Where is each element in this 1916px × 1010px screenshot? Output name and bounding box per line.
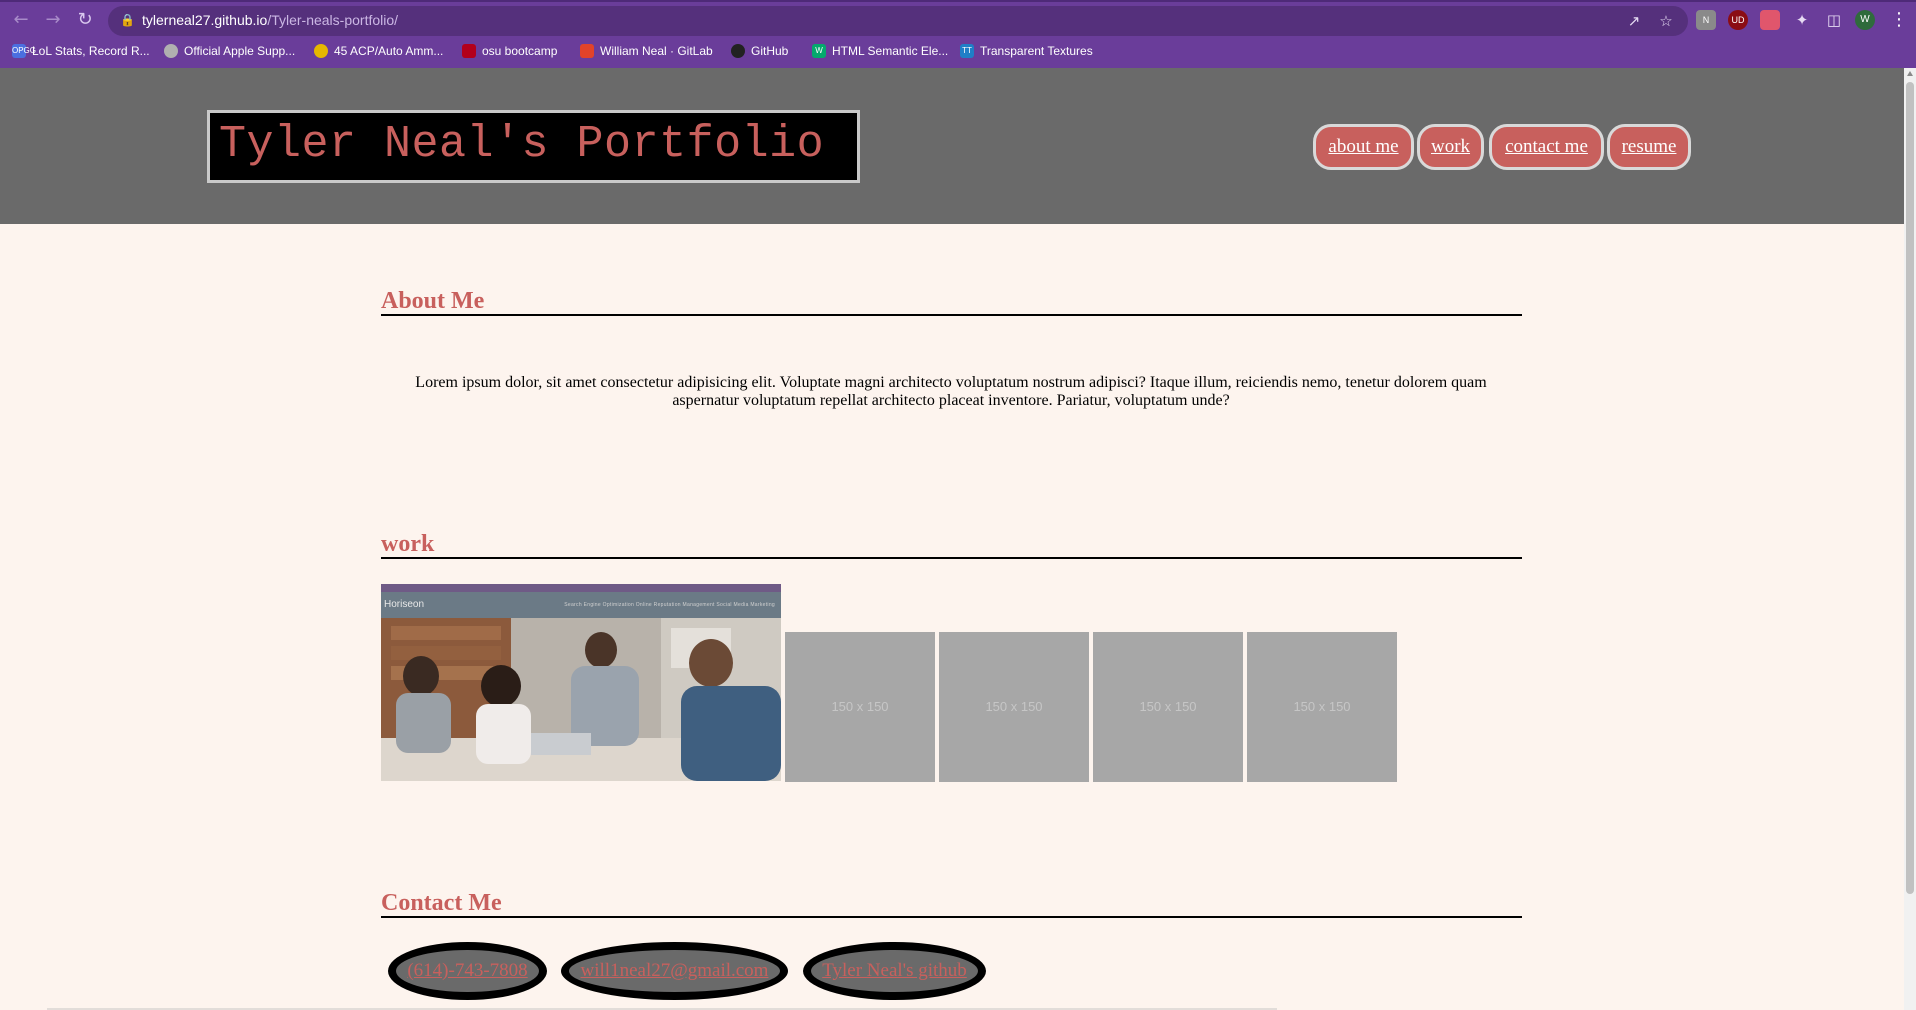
- about-heading: About Me: [381, 288, 485, 314]
- kebab-menu-icon[interactable]: ⋮: [1890, 7, 1908, 33]
- transparent-textures-icon: TT: [960, 44, 974, 58]
- page-scrollbar[interactable]: [1904, 68, 1916, 1010]
- site-logo-text: Tyler Neal's Portfolio: [219, 119, 825, 170]
- work-placeholder-3[interactable]: 150 x 150: [1093, 632, 1243, 782]
- page-viewport: Tyler Neal's Portfolio about me work con…: [0, 68, 1904, 1010]
- video-extension-icon[interactable]: [1760, 10, 1780, 30]
- opgg-icon: OPGG: [12, 44, 36, 58]
- star-icon[interactable]: ☆: [1656, 11, 1676, 31]
- nav-work[interactable]: work: [1417, 124, 1484, 170]
- bookmark-gitlab[interactable]: William Neal · GitLab: [580, 40, 713, 62]
- back-icon[interactable]: ←: [8, 7, 34, 33]
- puzzle-icon[interactable]: ✦: [1792, 10, 1812, 30]
- github-icon: [731, 44, 745, 58]
- nav-resume[interactable]: resume: [1607, 124, 1691, 170]
- about-divider: [381, 314, 1522, 316]
- osu-icon: [462, 44, 476, 58]
- work-divider: [381, 557, 1522, 559]
- site-header: Tyler Neal's Portfolio about me work con…: [0, 68, 1904, 224]
- side-panel-icon[interactable]: ◫: [1824, 10, 1844, 30]
- contact-phone-link[interactable]: (614)-743-7808: [388, 942, 547, 1000]
- lock-icon: 🔒: [120, 13, 135, 27]
- url-path: /Tyler-neals-portfolio/: [267, 12, 399, 28]
- bookmark-label: William Neal · GitLab: [600, 44, 713, 58]
- extension-n-icon[interactable]: N: [1696, 10, 1716, 30]
- about-body: Lorem ipsum dolor, sit amet consectetur …: [415, 374, 1487, 409]
- ammo-icon: [314, 44, 328, 58]
- bookmark-label: Official Apple Supp...: [184, 44, 296, 58]
- bookmarks-bar: OPGG LoL Stats, Record R... Official App…: [0, 40, 1916, 62]
- bookmark-transparent-textures[interactable]: TT Transparent Textures: [960, 40, 1093, 62]
- bookmark-label: HTML Semantic Ele...: [832, 44, 949, 58]
- contact-heading: Contact Me: [381, 890, 502, 916]
- apple-icon: [164, 44, 178, 58]
- bookmark-osu-bootcamp[interactable]: osu bootcamp: [462, 40, 557, 62]
- profile-avatar[interactable]: W: [1855, 10, 1875, 30]
- nav-contact-me[interactable]: contact me: [1489, 124, 1604, 170]
- site-logo: Tyler Neal's Portfolio: [207, 110, 860, 183]
- work-placeholder-2[interactable]: 150 x 150: [939, 632, 1089, 782]
- share-icon[interactable]: ↗: [1624, 11, 1644, 31]
- bookmark-label: Transparent Textures: [980, 44, 1093, 58]
- w3schools-icon: W: [812, 44, 826, 58]
- scrollbar-thumb[interactable]: [1906, 82, 1914, 894]
- work-placeholder-1[interactable]: 150 x 150: [785, 632, 935, 782]
- ublock-icon[interactable]: UD: [1728, 10, 1748, 30]
- bookmark-45-acp[interactable]: 45 ACP/Auto Amm...: [314, 40, 443, 62]
- bookmark-label: 45 ACP/Auto Amm...: [334, 44, 444, 58]
- browser-chrome: ← → ↻ 🔒 tylerneal27.github.io/Tyler-neal…: [0, 0, 1916, 68]
- bookmark-label: osu bootcamp: [482, 44, 558, 58]
- gitlab-icon: [580, 44, 594, 58]
- work-placeholder-4[interactable]: 150 x 150: [1247, 632, 1397, 782]
- browser-toolbar: ← → ↻ 🔒 tylerneal27.github.io/Tyler-neal…: [0, 2, 1916, 38]
- contact-divider: [381, 916, 1522, 918]
- project-brand: Horiseon: [384, 599, 425, 610]
- project-preview-browserbar: [381, 584, 781, 592]
- bookmark-html-semantic[interactable]: W HTML Semantic Ele...: [812, 40, 948, 62]
- team-meeting-photo: [381, 618, 781, 781]
- address-bar-url[interactable]: tylerneal27.github.io/Tyler-neals-portfo…: [142, 12, 398, 28]
- bookmark-label: LoL Stats, Record R...: [32, 44, 150, 58]
- url-host: tylerneal27.github.io: [142, 12, 268, 28]
- contact-github-link[interactable]: Tyler Neal's github: [803, 942, 986, 1000]
- work-heading: work: [381, 531, 435, 557]
- work-featured-project[interactable]: Horiseon Search Engine Optimization Onli…: [381, 584, 781, 781]
- nav-about-me[interactable]: about me: [1313, 124, 1414, 170]
- bookmark-github[interactable]: GitHub: [731, 40, 788, 62]
- contact-email-link[interactable]: will1neal27@gmail.com: [561, 942, 788, 1000]
- bookmark-label: GitHub: [751, 44, 789, 58]
- bookmark-apple-support[interactable]: Official Apple Supp...: [164, 40, 295, 62]
- project-nav-links: Search Engine Optimization Online Reputa…: [564, 602, 775, 608]
- reload-icon[interactable]: ↻: [72, 7, 98, 33]
- address-bar[interactable]: 🔒 tylerneal27.github.io/Tyler-neals-port…: [108, 6, 1688, 36]
- forward-icon[interactable]: →: [40, 7, 66, 33]
- bookmark-lol-stats[interactable]: OPGG LoL Stats, Record R...: [12, 40, 150, 62]
- scroll-up-arrow-icon[interactable]: [1907, 71, 1913, 76]
